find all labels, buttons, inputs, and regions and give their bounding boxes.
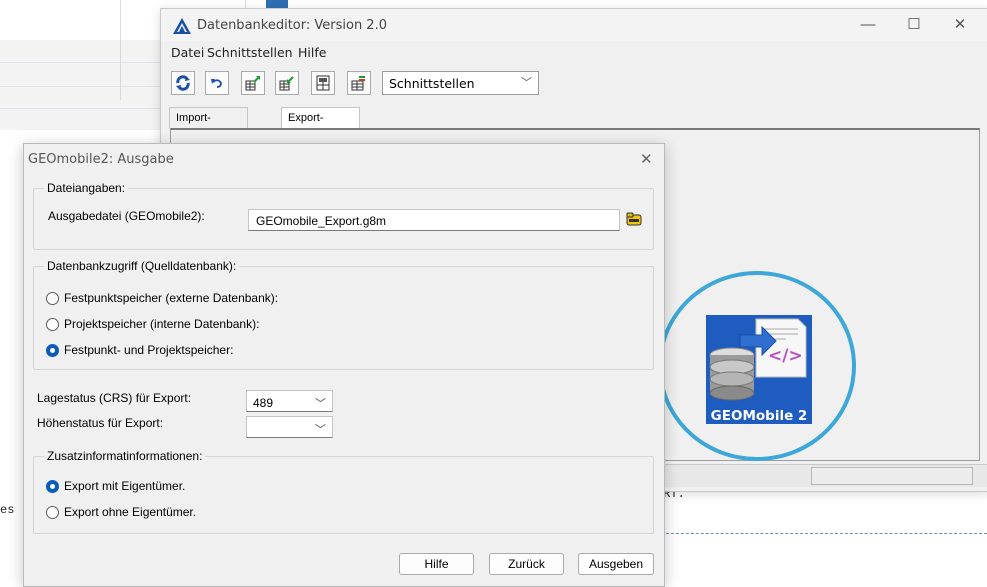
help-button[interactable]: Hilfe	[399, 553, 474, 575]
height-label: Höhenstatus für Export:	[37, 416, 164, 430]
close-button[interactable]: ✕	[937, 13, 983, 37]
radio-projektspeicher[interactable]	[46, 318, 59, 331]
editor-title: Datenbankeditor: Version 2.0	[197, 18, 387, 33]
export-button[interactable]: Ausgeben	[578, 553, 654, 575]
close-icon[interactable]: ✕	[640, 150, 653, 168]
toolbar: Schnittstellen ﹀	[161, 69, 987, 101]
maximize-button[interactable]: ☐	[891, 13, 937, 37]
radio-export-mit-eigentuemer[interactable]	[46, 480, 59, 493]
chevron-down-icon: ﹀	[315, 398, 326, 410]
export-table-button[interactable]	[241, 71, 265, 95]
background-panel	[0, 40, 165, 130]
tab-export[interactable]: Export-Schnittstellen	[281, 107, 361, 144]
logo-text: GEOMobile 2	[710, 408, 808, 424]
background-row-line	[0, 108, 165, 109]
crs-select[interactable]: 489 ﹀	[246, 390, 333, 412]
radio-export-mit-eigentuemer-label: Export mit Eigentümer.	[64, 479, 186, 493]
back-button[interactable]: Zurück	[489, 553, 564, 575]
import-table-button[interactable]	[275, 71, 299, 95]
output-file-value: GEOmobile_Export.g8m	[256, 214, 387, 228]
background-terminal-text-left: es	[0, 503, 15, 517]
menu-datei[interactable]: Datei	[171, 45, 204, 60]
dialog-title: GEOmobile2: Ausgabe	[28, 152, 174, 167]
tab-import[interactable]: Import-Schnittstellen	[169, 107, 249, 144]
interface-select[interactable]: Schnittstellen ﹀	[382, 71, 539, 95]
database-export-icon: </>	[709, 318, 807, 401]
undo-icon	[211, 79, 222, 88]
folder-icon[interactable]	[626, 211, 642, 227]
chevron-down-icon: ﹀	[521, 77, 532, 89]
table-save-icon	[316, 75, 330, 91]
output-dialog: GEOmobile2: Ausgabe ✕ Dateiangaben: Ausg…	[23, 143, 665, 587]
background-row-line	[0, 86, 165, 87]
minimize-button[interactable]: —	[845, 13, 891, 37]
height-select[interactable]: ﹀	[246, 416, 333, 438]
radio-export-ohne-eigentuemer[interactable]	[46, 506, 59, 519]
table-sync-icon	[351, 76, 365, 91]
svg-text:</>: </>	[768, 346, 803, 366]
file-group-label: Dateiangaben:	[44, 181, 129, 195]
extra-info-group-label: Zusatzinformatinformationen:	[44, 449, 206, 463]
menu-schnittstellen[interactable]: Schnittstellen	[207, 45, 293, 60]
status-field	[811, 467, 973, 485]
background-dashed-line	[656, 533, 987, 534]
background-col-line	[120, 0, 121, 100]
save-table-button[interactable]	[311, 71, 335, 95]
geomobile-logo: </> GEOMobile 2	[706, 315, 812, 424]
menu-hilfe[interactable]: Hilfe	[298, 45, 326, 60]
table-export-icon	[245, 76, 260, 91]
refresh-icon	[176, 75, 190, 91]
output-file-label: Ausgabedatei (GEOmobile2):	[48, 209, 205, 223]
database-group: Datenbankzugriff (Quelldatenbank): Festp…	[33, 259, 654, 370]
database-group-label: Datenbankzugriff (Quelldatenbank):	[44, 259, 240, 273]
sync-table-button[interactable]	[347, 71, 371, 95]
radio-festpunkt-und-projektspeicher-label: Festpunkt- und Projektspeicher:	[64, 343, 234, 357]
crs-select-value: 489	[253, 396, 274, 410]
crs-label: Lagestatus (CRS) für Export:	[37, 391, 192, 405]
undo-button[interactable]	[205, 71, 229, 95]
radio-festpunktspeicher[interactable]	[46, 292, 59, 305]
radio-festpunktspeicher-label: Festpunktspeicher (externe Datenbank):	[64, 291, 279, 305]
background-row-line	[0, 62, 165, 63]
chevron-down-icon: ﹀	[315, 424, 326, 436]
refresh-button[interactable]	[171, 71, 195, 95]
radio-festpunkt-und-projektspeicher[interactable]	[46, 344, 59, 357]
interface-select-value: Schnittstellen	[389, 76, 475, 91]
output-file-field[interactable]: GEOmobile_Export.g8m	[248, 209, 620, 231]
radio-export-ohne-eigentuemer-label: Export ohne Eigentümer.	[64, 505, 197, 519]
editor-titlebar[interactable]: Datenbankeditor: Version 2.0 — ☐ ✕	[161, 9, 987, 41]
table-import-icon	[279, 76, 294, 91]
radio-projektspeicher-label: Projektspeicher (interne Datenbank):	[64, 317, 260, 331]
app-logo-icon	[173, 18, 191, 34]
file-group: Dateiangaben: Ausgabedatei (GEOmobile2):…	[33, 181, 654, 250]
extra-info-group: Zusatzinformatinformationen: Export mit …	[33, 449, 654, 534]
